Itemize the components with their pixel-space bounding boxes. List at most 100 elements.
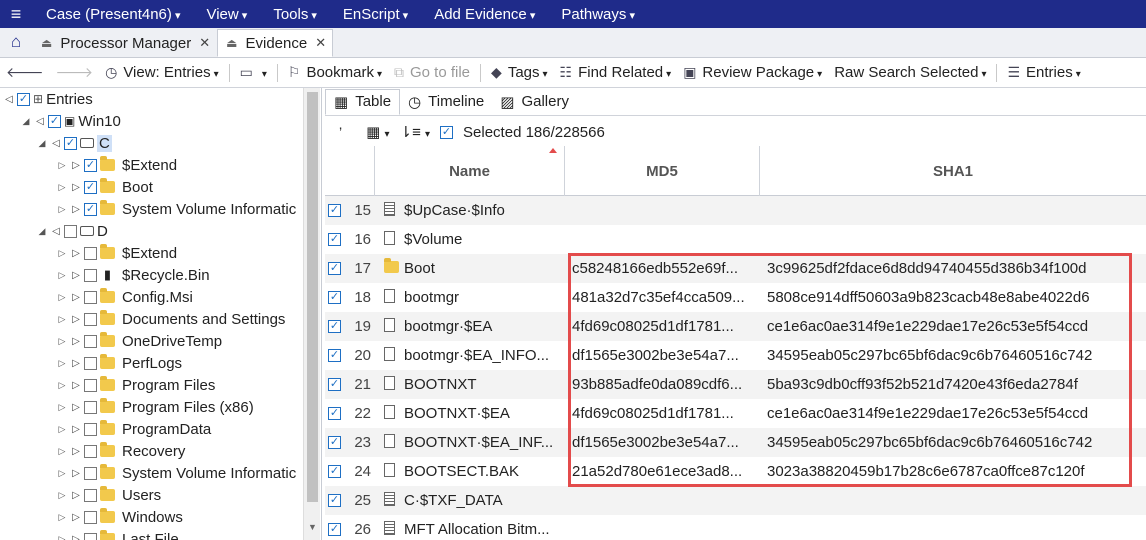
tree-node-folder[interactable]: ▷ ▷ $Extend — [56, 242, 177, 264]
checkbox[interactable] — [84, 334, 97, 348]
table-row[interactable]: ✓ 24 BOOTSECT.BAK 21a52d780e61ece3ad8... 302… — [325, 457, 1146, 486]
collapse-icon[interactable]: ◢ — [36, 138, 48, 149]
header-select[interactable] — [325, 146, 375, 196]
expand-icon[interactable]: ▷ — [71, 358, 81, 369]
table-row[interactable]: ✓ 16 $Volume — [325, 225, 1146, 254]
tree-node-folder[interactable]: ▷ ▷ Documents and Settings — [56, 308, 285, 330]
header-name[interactable]: Name — [375, 146, 565, 196]
tree-node-folder[interactable]: ▷ ▷ ✓ $Extend — [56, 154, 177, 176]
row-checkbox[interactable]: ✓ — [328, 291, 341, 304]
table-row[interactable]: ✓ 20 bootmgr·$EA_INFO... df1565e3002be3e54a… — [325, 341, 1146, 370]
expand-icon[interactable]: ▷ — [71, 512, 81, 523]
expand-icon[interactable]: ◁ — [51, 226, 61, 237]
table-row[interactable]: ✓ 22 BOOTNXT·$EA 4fd69c08025d1df1781... ce1e… — [325, 399, 1146, 428]
row-checkbox[interactable]: ✓ — [328, 436, 341, 449]
hamburger-menu-icon[interactable]: ≡ — [0, 4, 32, 25]
tree-node-folder[interactable]: ▷ ▷ System Volume Informatic — [56, 462, 296, 484]
row-checkbox[interactable]: ✓ — [328, 465, 341, 478]
select-all-checkbox[interactable]: ✓ — [440, 125, 454, 139]
tree-node-folder[interactable]: ▷ ▷ ProgramData — [56, 418, 211, 440]
tab-evidence[interactable]: ⏏ Evidence ✕ — [217, 29, 334, 57]
checkbox[interactable] — [64, 224, 77, 238]
bookmark-button[interactable]: ⚐ Bookmark — [282, 64, 388, 81]
expand-icon[interactable]: ▷ — [71, 182, 81, 193]
expand-icon[interactable]: ▷ — [71, 160, 81, 171]
columns-button[interactable]: ▦ ▾ — [366, 123, 389, 141]
expand-icon[interactable]: ▷ — [56, 204, 68, 215]
expand-icon[interactable]: ◁ — [35, 116, 45, 127]
expand-icon[interactable]: ▷ — [71, 270, 81, 281]
layout-button[interactable]: ▭ — [234, 64, 273, 81]
expand-icon[interactable]: ▷ — [56, 380, 68, 391]
scroll-down-icon[interactable]: ▼ — [304, 522, 321, 532]
tree-node-d[interactable]: ◢ ◁ D — [36, 220, 108, 242]
menu-tools[interactable]: Tools — [259, 6, 329, 23]
checkbox[interactable]: ✓ — [84, 202, 97, 216]
checkbox[interactable] — [84, 532, 97, 540]
tree-node-folder[interactable]: ▷ ▷ ▮ $Recycle.Bin — [56, 264, 210, 286]
menu-pathways[interactable]: Pathways — [547, 6, 647, 23]
expand-icon[interactable]: ▷ — [71, 424, 81, 435]
tab-gallery[interactable]: ▨ Gallery — [492, 89, 577, 115]
table-row[interactable]: ✓ 25 C·$TXF_DATA — [325, 486, 1146, 515]
expand-icon[interactable]: ▷ — [71, 446, 81, 457]
checkbox[interactable]: ✓ — [64, 136, 77, 150]
checkbox[interactable] — [84, 466, 97, 480]
tree-node-win10[interactable]: ◢ ◁ ✓ ▣ Win10 — [20, 110, 121, 132]
header-md5[interactable]: MD5 — [565, 146, 760, 196]
expand-icon[interactable]: ▷ — [56, 468, 68, 479]
row-checkbox[interactable]: ✓ — [328, 378, 341, 391]
table-row[interactable]: ✓ 26 MFT Allocation Bitm... — [325, 515, 1146, 540]
checkbox[interactable] — [84, 246, 97, 260]
scrollbar-thumb[interactable] — [307, 92, 318, 502]
checkbox[interactable]: ✓ — [17, 92, 30, 106]
expand-icon[interactable]: ▷ — [56, 248, 68, 259]
checkbox[interactable] — [84, 312, 97, 326]
checkbox[interactable] — [84, 378, 97, 392]
tab-processor-manager[interactable]: ⏏ Processor Manager ✕ — [32, 29, 217, 57]
tree-node-folder[interactable]: ▷ ▷ Windows — [56, 506, 183, 528]
view-entries-button[interactable]: ◷ View: Entries — [99, 64, 225, 81]
tree-node-folder[interactable]: ▷ ▷ PerfLogs — [56, 352, 182, 374]
raw-search-selected-button[interactable]: Raw Search Selected — [828, 64, 992, 81]
close-icon[interactable]: ✕ — [199, 35, 210, 51]
table-row[interactable]: ✓ 17 Boot c58248166edb552e69f... 3c99625df2f… — [325, 254, 1146, 283]
row-checkbox[interactable]: ✓ — [328, 262, 341, 275]
home-icon[interactable]: ⌂ — [0, 27, 32, 57]
expand-icon[interactable]: ▷ — [56, 534, 68, 540]
tab-table[interactable]: ▦ Table — [325, 88, 401, 115]
tree-node-folder[interactable]: ▷ ▷ Users — [56, 484, 161, 506]
expand-icon[interactable]: ▷ — [71, 248, 81, 259]
row-checkbox[interactable]: ✓ — [328, 349, 341, 362]
checkbox[interactable]: ✓ — [84, 180, 97, 194]
tab-timeline[interactable]: ◷ Timeline — [400, 89, 492, 115]
checkbox[interactable]: ✓ — [84, 158, 97, 172]
expand-icon[interactable]: ▷ — [56, 490, 68, 501]
expand-icon[interactable]: ▷ — [71, 314, 81, 325]
expand-icon[interactable]: ▷ — [71, 468, 81, 479]
menu-view[interactable]: View — [192, 6, 259, 23]
expand-icon[interactable]: ▷ — [71, 292, 81, 303]
expand-icon[interactable]: ▷ — [71, 336, 81, 347]
forward-button[interactable]: 🡒 — [50, 64, 100, 81]
expand-icon[interactable]: ▷ — [56, 446, 68, 457]
expand-icon[interactable]: ▷ — [71, 534, 81, 540]
checkbox[interactable] — [84, 510, 97, 524]
checkbox[interactable] — [84, 356, 97, 370]
table-row[interactable]: ✓ 15 $UpCase·$Info — [325, 196, 1146, 225]
table-row[interactable]: ✓ 19 bootmgr·$EA 4fd69c08025d1df1781... ce1e… — [325, 312, 1146, 341]
table-row[interactable]: ✓ 18 bootmgr 481a32d7c35ef4cca509... 5808ce9… — [325, 283, 1146, 312]
checkbox[interactable] — [84, 444, 97, 458]
expand-icon[interactable]: ▷ — [56, 424, 68, 435]
close-icon[interactable]: ✕ — [315, 35, 326, 51]
checkbox[interactable]: ✓ — [48, 114, 61, 128]
header-sha1[interactable]: SHA1 — [760, 146, 1146, 196]
tree-node-folder[interactable]: ▷ ▷ Recovery — [56, 440, 185, 462]
menu-add-evidence[interactable]: Add Evidence — [420, 6, 547, 23]
checkbox[interactable] — [84, 488, 97, 502]
checkbox[interactable] — [84, 400, 97, 414]
checkbox[interactable] — [84, 422, 97, 436]
expand-icon[interactable]: ▷ — [71, 490, 81, 501]
tree-node-folder[interactable]: ▷ ▷ ✓ Boot — [56, 176, 153, 198]
expand-icon[interactable]: ▷ — [56, 512, 68, 523]
